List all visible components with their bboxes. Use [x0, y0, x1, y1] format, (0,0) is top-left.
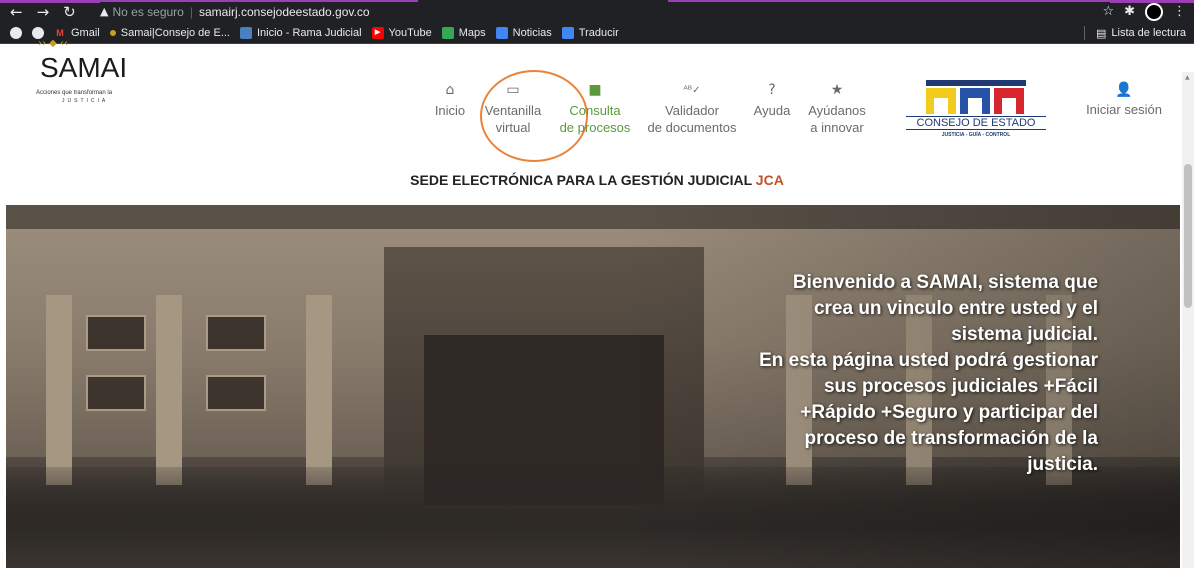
- bookmark-rama-judicial[interactable]: Inicio - Rama Judicial: [239, 26, 362, 39]
- scroll-up-icon[interactable]: ▲: [1185, 74, 1190, 81]
- menu-consulta-procesos[interactable]: ■ Consulta de procesos: [556, 82, 634, 136]
- scrollbar-thumb[interactable]: [1184, 164, 1192, 308]
- star-icon: ★: [830, 82, 844, 98]
- page-scrollbar[interactable]: ▲: [1182, 72, 1194, 568]
- menu-ayudanos-innovar[interactable]: ★ Ayúdanos a innovar: [800, 82, 874, 136]
- logo-arrows-icon: ›› ◆ ‹‹: [38, 38, 69, 49]
- help-icon: ?: [768, 82, 776, 98]
- login-link[interactable]: 👤 Iniciar sesión: [1074, 82, 1174, 117]
- extensions-icon[interactable]: ✱: [1124, 4, 1135, 19]
- rama-icon: [239, 26, 252, 39]
- bookmark-traducir[interactable]: Traducir: [561, 26, 619, 39]
- address-bar[interactable]: ▲ No es seguro | samairj.consejodeestado…: [100, 2, 1110, 21]
- maps-icon: [441, 26, 454, 39]
- youtube-icon: ▶: [371, 26, 384, 39]
- profile-avatar[interactable]: [1145, 2, 1163, 21]
- bookmark-noticias[interactable]: Noticias: [495, 26, 552, 39]
- warning-icon[interactable]: ▲: [100, 5, 108, 18]
- welcome-message: Bienvenido a SAMAI, sistema que crea un …: [759, 272, 1098, 475]
- samai-logo[interactable]: ›› ◆ ‹‹ SAMAI Acciones que transforman l…: [18, 36, 158, 106]
- menu-ayuda[interactable]: ? Ayuda: [750, 82, 794, 119]
- forward-icon[interactable]: →: [37, 3, 50, 21]
- reload-icon[interactable]: ↻: [63, 3, 76, 21]
- back-icon[interactable]: ←: [10, 3, 23, 21]
- url-text[interactable]: samairj.consejodeestado.gov.co: [199, 5, 370, 19]
- folder-icon: ■: [588, 82, 602, 98]
- spellcheck-icon: ᴬᴮ✓: [683, 85, 701, 96]
- consejo-de-estado-logo[interactable]: CONSEJO DE ESTADO JUSTICIA - GUÍA - CONT…: [906, 78, 1046, 140]
- translate-icon: [561, 26, 574, 39]
- menu-dots-icon[interactable]: ⋮: [1173, 4, 1186, 19]
- news-icon: [495, 26, 508, 39]
- reading-list[interactable]: ▤ Lista de lectura: [1083, 22, 1186, 44]
- bookmark-youtube[interactable]: ▶ YouTube: [371, 26, 432, 39]
- inbox-icon: ▭: [506, 82, 520, 98]
- user-check-icon: 👤: [1115, 82, 1133, 98]
- nav-buttons: ← → ↻: [10, 3, 76, 21]
- bookmark-maps[interactable]: Maps: [441, 26, 486, 39]
- security-label[interactable]: No es seguro: [112, 5, 183, 19]
- home-icon: ⌂: [445, 82, 455, 98]
- page-title: SEDE ELECTRÓNICA PARA LA GESTIÓN JUDICIA…: [410, 172, 784, 188]
- bookmarks-bar: M Gmail Samai|Consejo de E... Inicio - Ra…: [0, 22, 1194, 44]
- browser-toolbar: ← → ↻ ▲ No es seguro | samairj.consejode…: [0, 0, 1194, 22]
- samai-icon: [109, 29, 116, 36]
- reading-list-icon: ▤: [1095, 26, 1107, 40]
- bookmark-star-icon[interactable]: ☆: [1102, 4, 1114, 19]
- toolbar-actions: ☆ ✱ ⋮: [1102, 2, 1186, 21]
- menu-validador-documentos[interactable]: ᴬᴮ✓ Validador de documentos: [640, 82, 744, 136]
- menu-inicio[interactable]: ⌂ Inicio: [428, 82, 472, 119]
- menu-ventanilla-virtual[interactable]: ▭ Ventanilla virtual: [478, 82, 548, 136]
